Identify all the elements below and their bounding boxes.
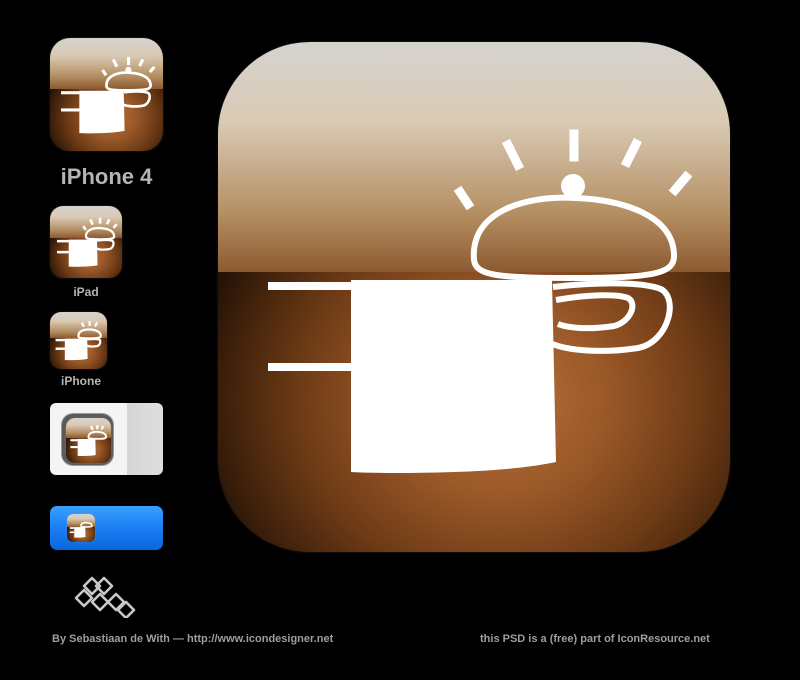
credit-text: By Sebastiaan de With — http://www.icond… <box>52 633 334 645</box>
cooking-pot-icon <box>70 425 108 456</box>
cooking-pot-icon <box>57 217 118 267</box>
ipad-app-icon <box>50 206 122 278</box>
iphone4-label: iPhone 4 <box>60 164 153 189</box>
iphone-label: iPhone <box>60 374 101 388</box>
cooking-pot-icon <box>268 129 693 473</box>
knot-logo-icon <box>74 576 136 618</box>
ipad-label: iPad <box>73 285 99 299</box>
iphone-app-icon <box>50 312 107 369</box>
spotlight-app-icon <box>67 514 95 542</box>
iphone4-app-icon <box>50 38 163 151</box>
source-text: this PSD is a (free) part of IconResourc… <box>480 633 710 645</box>
large-app-icon <box>218 42 730 552</box>
cooking-pot-icon <box>61 56 156 134</box>
settings-app-icon <box>66 418 111 463</box>
cooking-pot-icon <box>55 321 102 361</box>
cooking-pot-icon <box>69 521 93 538</box>
